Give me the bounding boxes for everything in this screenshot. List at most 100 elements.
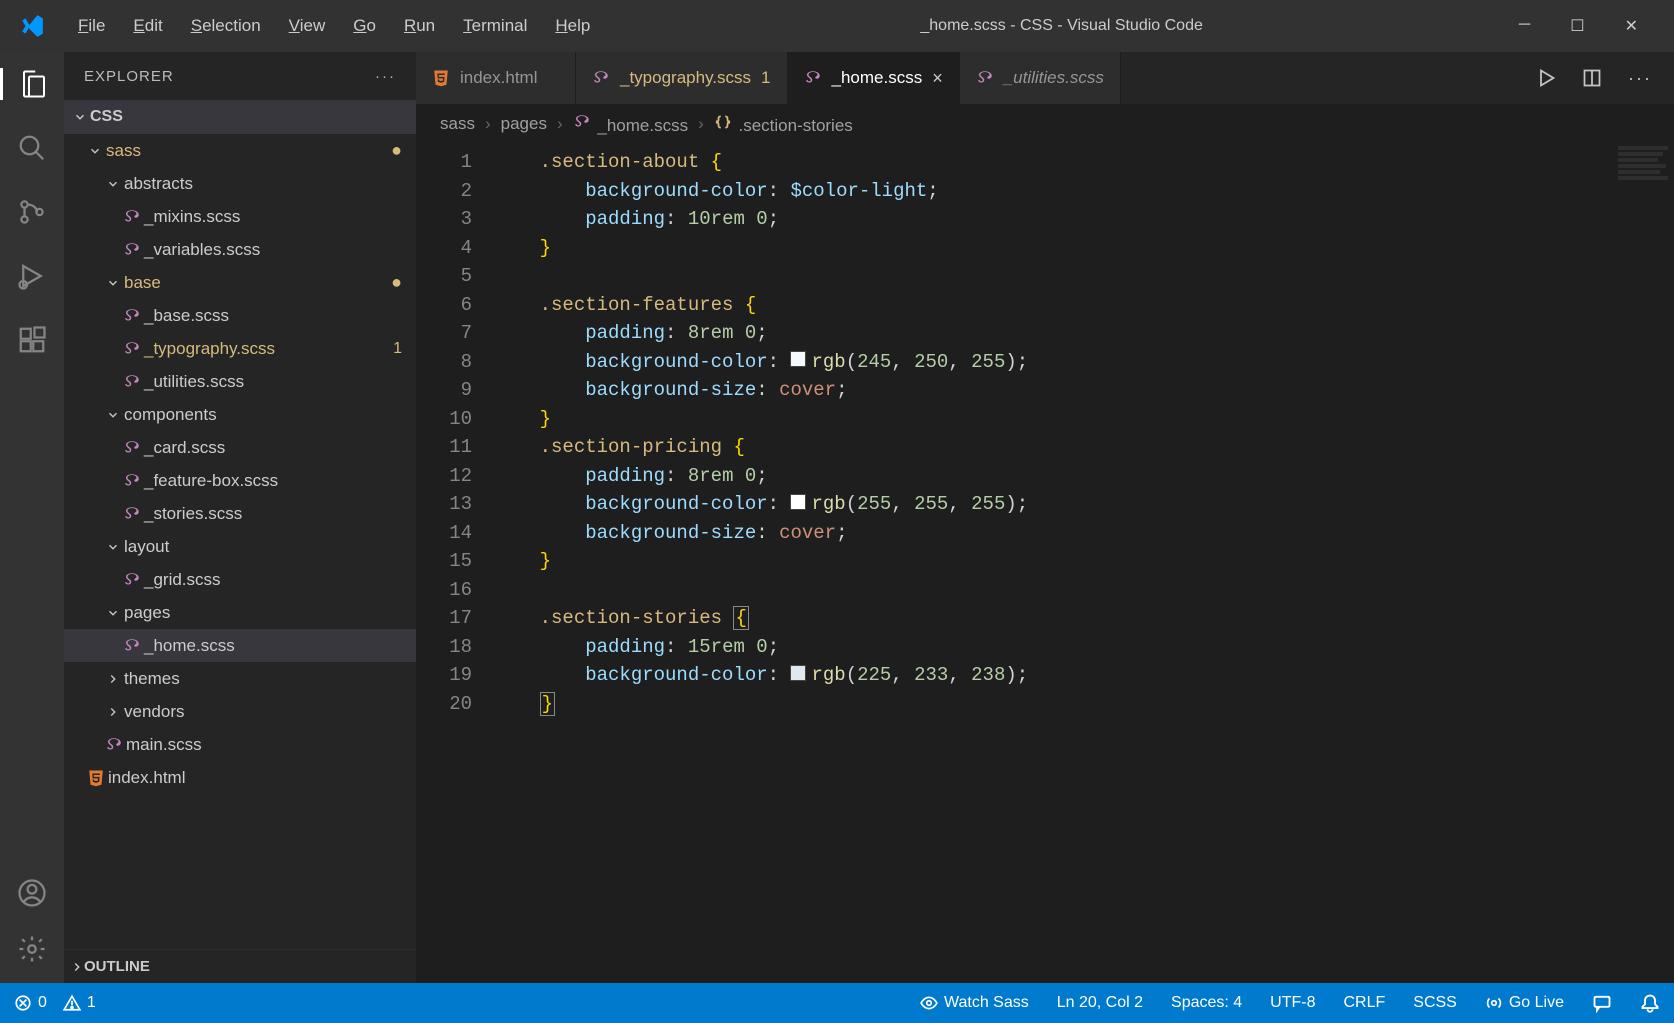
feedback-icon[interactable]	[1592, 993, 1612, 1013]
menu-file[interactable]: File	[64, 10, 119, 42]
run-icon[interactable]	[1536, 68, 1556, 88]
more-icon[interactable]: ···	[375, 68, 396, 85]
menu-view[interactable]: View	[275, 10, 340, 42]
modified-dot-icon: ●	[391, 140, 416, 161]
more-icon[interactable]: ···	[1628, 68, 1652, 89]
file-row[interactable]: _home.scss	[64, 629, 416, 662]
settings-gear-icon[interactable]	[16, 933, 48, 965]
tab-_utilities-scss[interactable]: _utilities.scss	[960, 52, 1121, 104]
file-row[interactable]: _typography.scss1	[64, 332, 416, 365]
chevron-down-icon	[102, 177, 124, 191]
line-number-gutter: 1234567891011121314151617181920	[416, 144, 494, 983]
chevron-right-icon	[102, 672, 124, 686]
folder-row[interactable]: base●	[64, 266, 416, 299]
breadcrumb-separator: ›	[698, 114, 704, 134]
breadcrumb[interactable]: sass›pages› _home.scss› .section-stories	[416, 104, 1674, 144]
outline-section[interactable]: OUTLINE	[64, 949, 416, 983]
sass-file-icon	[120, 208, 144, 226]
chevron-down-icon	[102, 408, 124, 422]
close-icon[interactable]: ✕	[1625, 16, 1638, 36]
file-row[interactable]: _variables.scss	[64, 233, 416, 266]
menu-selection[interactable]: Selection	[177, 10, 275, 42]
menu-edit[interactable]: Edit	[119, 10, 176, 42]
breadcrumb-item[interactable]: _home.scss	[573, 113, 688, 136]
problems-errors[interactable]: 0	[14, 994, 47, 1012]
chevron-down-icon	[70, 110, 90, 124]
folder-row[interactable]: abstracts	[64, 167, 416, 200]
run-debug-icon[interactable]	[16, 260, 48, 292]
sass-file-icon	[120, 439, 144, 457]
folder-row[interactable]: sass●	[64, 134, 416, 167]
extensions-icon[interactable]	[16, 324, 48, 356]
source-control-icon[interactable]	[16, 196, 48, 228]
menu-run[interactable]: Run	[390, 10, 449, 42]
file-row[interactable]: _base.scss	[64, 299, 416, 332]
go-live[interactable]: Go Live	[1485, 994, 1564, 1012]
accounts-icon[interactable]	[16, 877, 48, 909]
minimize-icon[interactable]: ─	[1519, 16, 1530, 36]
sass-file-icon	[120, 373, 144, 391]
breadcrumb-item[interactable]: .section-stories	[714, 113, 853, 136]
symbol-bracket-icon	[714, 113, 732, 131]
menu-terminal[interactable]: Terminal	[449, 10, 541, 42]
maximize-icon[interactable]: ☐	[1570, 16, 1584, 36]
folder-row[interactable]: layout	[64, 530, 416, 563]
minimap[interactable]	[1614, 144, 1674, 983]
status-bar: 0 1 Watch Sass Ln 20, Col 2 Spaces: 4 UT…	[0, 983, 1674, 1023]
file-row[interactable]: _stories.scss	[64, 497, 416, 530]
chevron-down-icon	[102, 540, 124, 554]
sass-file-icon	[592, 69, 610, 87]
cursor-position[interactable]: Ln 20, Col 2	[1057, 994, 1143, 1012]
encoding[interactable]: UTF-8	[1270, 994, 1315, 1012]
indentation[interactable]: Spaces: 4	[1171, 994, 1242, 1012]
watch-sass[interactable]: Watch Sass	[920, 994, 1029, 1012]
language-mode[interactable]: SCSS	[1413, 994, 1457, 1012]
html-file-icon	[432, 69, 450, 87]
menu-go[interactable]: Go	[339, 10, 390, 42]
file-row[interactable]: _grid.scss	[64, 563, 416, 596]
problems-warnings[interactable]: 1	[63, 994, 96, 1012]
search-icon[interactable]	[16, 132, 48, 164]
sass-file-icon	[102, 736, 126, 754]
modified-count: 1	[393, 340, 416, 358]
workspace-label: CSS	[90, 108, 123, 126]
tab-bar: index.html_typography.scss1_home.scss×_u…	[416, 52, 1674, 104]
html-file-icon	[84, 769, 108, 787]
code-content[interactable]: .section-about { background-color: $colo…	[494, 144, 1674, 983]
split-editor-icon[interactable]	[1582, 68, 1602, 88]
tab-_home-scss[interactable]: _home.scss×	[788, 52, 960, 104]
explorer-title: EXPLORER	[84, 68, 375, 85]
file-row[interactable]: index.html	[64, 761, 416, 794]
folder-row[interactable]: pages	[64, 596, 416, 629]
folder-row[interactable]: components	[64, 398, 416, 431]
sass-file-icon	[120, 571, 144, 589]
sass-file-icon	[976, 69, 994, 87]
file-row[interactable]: _utilities.scss	[64, 365, 416, 398]
workspace-folder[interactable]: CSS	[64, 100, 416, 134]
file-row[interactable]: _card.scss	[64, 431, 416, 464]
breadcrumb-separator: ›	[485, 114, 491, 134]
sass-file-icon	[120, 241, 144, 259]
explorer-sidebar: EXPLORER ··· CSS sass●abstracts_mixins.s…	[64, 52, 416, 983]
editor-group: index.html_typography.scss1_home.scss×_u…	[416, 52, 1674, 983]
menu-help[interactable]: Help	[541, 10, 604, 42]
breadcrumb-item[interactable]: pages	[501, 114, 547, 134]
file-row[interactable]: _mixins.scss	[64, 200, 416, 233]
close-tab-icon[interactable]: ×	[932, 68, 943, 89]
tab-index-html[interactable]: index.html	[416, 52, 576, 104]
file-row[interactable]: main.scss	[64, 728, 416, 761]
chevron-down-icon	[102, 606, 124, 620]
chevron-down-icon	[102, 276, 124, 290]
explorer-icon[interactable]	[18, 68, 50, 100]
folder-row[interactable]: themes	[64, 662, 416, 695]
sass-file-icon	[120, 340, 144, 358]
code-editor[interactable]: 1234567891011121314151617181920 .section…	[416, 144, 1674, 983]
sass-file-icon	[120, 637, 144, 655]
file-row[interactable]: _feature-box.scss	[64, 464, 416, 497]
eol[interactable]: CRLF	[1344, 994, 1386, 1012]
notifications-bell-icon[interactable]	[1640, 993, 1660, 1013]
breadcrumb-item[interactable]: sass	[440, 114, 475, 134]
chevron-down-icon	[84, 144, 106, 158]
folder-row[interactable]: vendors	[64, 695, 416, 728]
tab-_typography-scss[interactable]: _typography.scss1	[576, 52, 788, 104]
